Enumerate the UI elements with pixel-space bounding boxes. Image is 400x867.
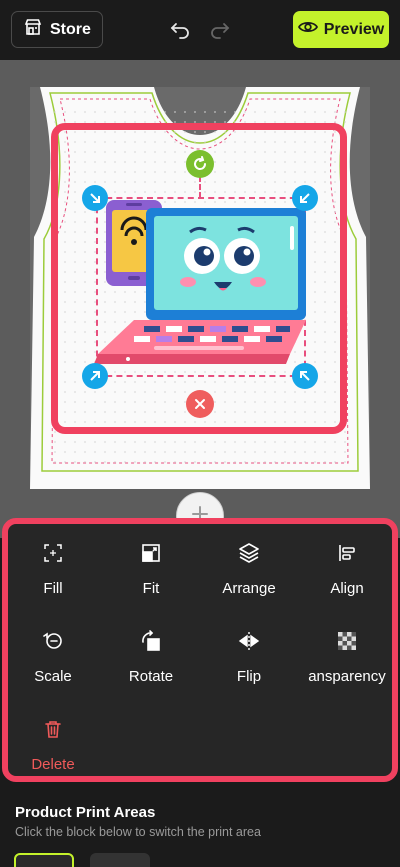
layers-icon — [238, 540, 260, 566]
fit-icon — [141, 540, 161, 566]
redo-icon[interactable] — [208, 17, 232, 41]
tool-label: Rotate — [128, 668, 174, 685]
resize-icon[interactable] — [82, 185, 108, 211]
fill-icon — [43, 540, 63, 566]
print-areas-subtitle: Click the block below to switch the prin… — [15, 825, 261, 839]
rotate-icon[interactable] — [186, 150, 214, 178]
transparency-icon — [337, 628, 357, 654]
print-area-front[interactable] — [14, 853, 74, 867]
tool-delete[interactable]: Delete — [8, 716, 98, 776]
store-label: Store — [50, 20, 91, 38]
tool-arrange[interactable]: Arrange — [204, 540, 294, 600]
print-areas-section: Product Print Areas Click the block belo… — [0, 782, 400, 867]
rotate-connector — [199, 176, 201, 198]
tools-panel: Fill Fit Arrange Align Scale Rotate Flip… — [2, 518, 398, 782]
rotate-icon — [140, 628, 162, 654]
tool-transparency[interactable]: ansparency — [302, 628, 392, 688]
resize-icon[interactable] — [292, 363, 318, 389]
resize-icon[interactable] — [82, 363, 108, 389]
tool-label: ansparency — [308, 668, 386, 685]
preview-label: Preview — [323, 20, 385, 38]
resize-icon[interactable] — [292, 185, 318, 211]
delete-icon[interactable] — [186, 390, 214, 418]
undo-icon[interactable] — [168, 17, 192, 41]
flip-icon — [238, 628, 260, 654]
tool-label: Align — [330, 580, 364, 597]
preview-button[interactable]: Preview — [293, 11, 389, 48]
print-area-back[interactable] — [90, 853, 150, 867]
laptop-phone-artwork[interactable] — [94, 196, 308, 376]
align-icon — [337, 540, 357, 566]
eye-icon — [297, 20, 318, 39]
tool-label: Arrange — [222, 580, 276, 597]
tool-label: Scale — [34, 668, 72, 685]
store-button[interactable]: Store — [11, 11, 103, 48]
store-icon — [24, 18, 42, 41]
tool-label: Flip — [236, 668, 262, 685]
trash-icon — [43, 716, 63, 742]
tool-scale[interactable]: Scale — [8, 628, 98, 688]
tool-fill[interactable]: Fill — [8, 540, 98, 600]
tool-flip[interactable]: Flip — [204, 628, 294, 688]
tool-label: Fit — [142, 580, 160, 597]
tool-label: Fill — [43, 580, 63, 597]
design-canvas[interactable] — [0, 60, 400, 538]
scale-icon — [42, 628, 64, 654]
print-areas-title: Product Print Areas — [15, 804, 156, 821]
tool-rotate[interactable]: Rotate — [106, 628, 196, 688]
tool-label: Delete — [31, 756, 75, 773]
tool-align[interactable]: Align — [302, 540, 392, 600]
tool-fit[interactable]: Fit — [106, 540, 196, 600]
top-bar: Store Preview — [0, 0, 400, 60]
